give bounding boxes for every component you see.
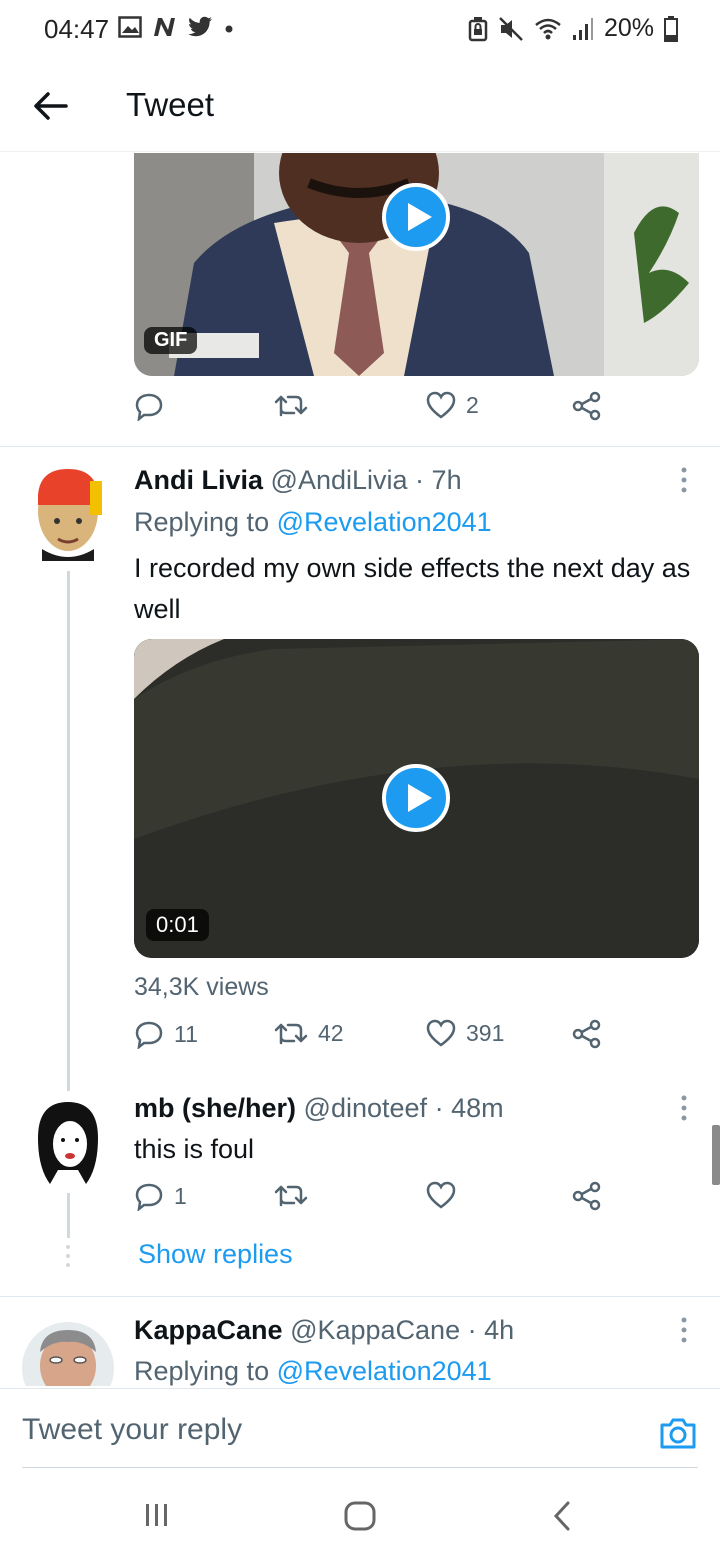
reply-action[interactable] [134, 391, 164, 421]
retweet-action[interactable]: 42 [274, 1019, 344, 1047]
reply-action[interactable]: 11 [134, 1019, 198, 1049]
author-handle[interactable]: @AndiLivia [271, 465, 408, 495]
like-action[interactable] [426, 1181, 456, 1209]
replying-mention[interactable]: @Revelation2041 [277, 507, 492, 537]
battery-icon [664, 15, 678, 42]
reply-icon [135, 393, 163, 421]
show-replies-link[interactable]: Show replies [138, 1239, 293, 1270]
share-icon [572, 391, 601, 421]
tweet-header: mb (she/her) @dinoteef · 48m [134, 1093, 504, 1123]
retweet-count: 42 [318, 1019, 344, 1046]
recent-apps-icon[interactable] [142, 1500, 172, 1530]
retweet-icon [274, 1023, 308, 1045]
bird-icon [188, 16, 212, 37]
more-options-icon[interactable] [676, 1093, 692, 1123]
author-name[interactable]: mb (she/her) [134, 1093, 296, 1123]
camera-icon[interactable] [658, 1413, 698, 1453]
reply-input[interactable]: Tweet your reply [22, 1413, 242, 1447]
tweet-header: KappaCane @KappaCane · 4h [134, 1315, 515, 1345]
n-icon [154, 18, 175, 36]
avatar[interactable] [32, 465, 104, 561]
like-count: 391 [466, 1019, 505, 1046]
heart-icon [426, 1181, 456, 1209]
play-button[interactable] [382, 764, 450, 832]
back-nav-icon[interactable] [550, 1500, 574, 1532]
app-bar: Tweet [0, 60, 720, 152]
tweet-time: 7h [431, 465, 462, 495]
reply-icon [135, 1183, 163, 1211]
more-options-icon[interactable] [676, 465, 692, 495]
replying-to: Replying to @Revelation2041 [134, 1356, 492, 1387]
video-duration: 0:01 [146, 909, 209, 941]
play-button[interactable] [382, 183, 450, 251]
gif-media[interactable]: GIF [134, 153, 699, 376]
share-action[interactable] [572, 1181, 602, 1211]
divider [0, 1296, 720, 1297]
tweet-thread[interactable]: GIF 2 Andi Livia @AndiLivia · 7h Replyin… [0, 153, 720, 1388]
replying-mention[interactable]: @Revelation2041 [277, 1356, 492, 1386]
author-handle[interactable]: @KappaCane [290, 1315, 460, 1345]
more-options-icon[interactable] [676, 1315, 692, 1345]
avatar[interactable] [32, 1098, 104, 1188]
retweet-icon [274, 395, 308, 417]
reply-bar: Tweet your reply [0, 1388, 720, 1470]
replying-label: Replying to [134, 507, 270, 537]
wifi-icon [535, 18, 561, 39]
retweet-action[interactable] [274, 1181, 308, 1209]
reply-action[interactable]: 1 [134, 1181, 187, 1211]
like-action[interactable]: 2 [426, 391, 479, 419]
battery-percent: 20% [603, 14, 654, 42]
like-action[interactable]: 391 [426, 1019, 504, 1047]
replying-to: Replying to @Revelation2041 [134, 507, 492, 538]
tweet-header: Andi Livia @AndiLivia · 7h [134, 465, 462, 495]
thread-line [67, 571, 70, 1091]
retweet-action[interactable] [274, 391, 308, 419]
system-nav-bar [0, 1470, 720, 1560]
gif-badge: GIF [144, 327, 198, 354]
reply-count: 1 [174, 1182, 187, 1209]
dot-icon [225, 25, 233, 33]
tweet-text: I recorded my own side effects the next … [134, 553, 691, 624]
reply-icon [135, 1021, 163, 1049]
mute-icon [499, 16, 523, 41]
back-arrow-icon[interactable] [30, 86, 70, 126]
heart-icon [426, 1019, 456, 1047]
share-icon [572, 1181, 601, 1211]
thread-dots-icon [66, 1245, 70, 1267]
like-count: 2 [466, 391, 479, 418]
reply-count: 11 [174, 1020, 198, 1047]
view-count: 34,3K views [134, 973, 269, 1001]
status-bar: 04:47 20% [0, 0, 720, 60]
tweet-actions: 2 [134, 391, 604, 431]
lock-battery-icon [468, 16, 488, 41]
home-icon[interactable] [343, 1500, 377, 1534]
page-title: Tweet [126, 86, 215, 123]
image-icon [118, 16, 142, 38]
author-name[interactable]: Andi Livia [134, 465, 263, 495]
signal-icon [572, 17, 593, 40]
heart-icon [426, 391, 456, 419]
tweet-actions: 1 [134, 1181, 604, 1221]
author-handle[interactable]: @dinoteef [304, 1093, 428, 1123]
tweet-time: 48m [451, 1093, 504, 1123]
author-name[interactable]: KappaCane [134, 1315, 283, 1345]
avatar[interactable] [20, 1316, 116, 1386]
reply-underline [22, 1467, 698, 1468]
share-action[interactable] [572, 1019, 602, 1049]
tweet-time: 4h [484, 1315, 515, 1345]
tweet-text: this is foul [134, 1134, 255, 1164]
status-time: 04:47 [44, 14, 110, 44]
video-media[interactable]: 0:01 [134, 639, 699, 958]
divider [0, 446, 720, 447]
share-icon [572, 1019, 601, 1049]
thread-line [67, 1193, 70, 1238]
replying-label: Replying to [134, 1356, 270, 1386]
scrollbar[interactable] [712, 1125, 720, 1185]
tweet-actions: 11 42 391 [134, 1019, 604, 1059]
share-action[interactable] [572, 391, 602, 421]
retweet-icon [274, 1185, 308, 1207]
